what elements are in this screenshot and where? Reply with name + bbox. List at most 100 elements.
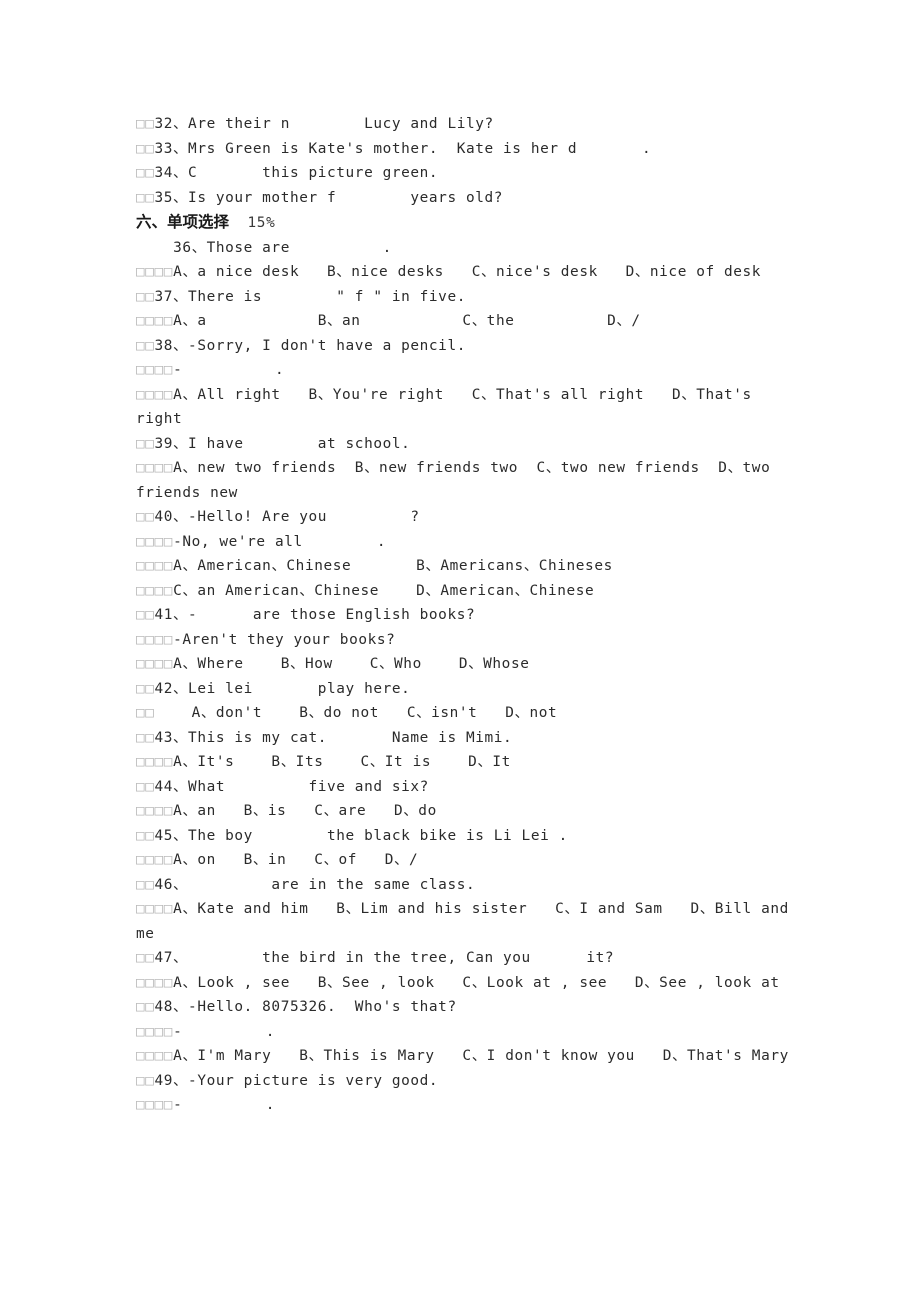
worksheet-line: □□□□- . <box>136 1020 796 1045</box>
worksheet-line: □□□□A、Where B、How C、Who D、Whose <box>136 652 796 677</box>
section-heading-label: 六、单项选择 <box>136 213 230 231</box>
worksheet-line-text: - . <box>173 362 285 378</box>
worksheet-line-text: 45、The boy the black bike is Li Lei . <box>154 827 568 844</box>
section-heading: 六、单项选择 15% <box>136 210 796 236</box>
worksheet-line: □□47、 the bird in the tree, Can you it? <box>136 946 796 971</box>
worksheet-line: □□□□- . <box>136 358 796 383</box>
placeholder-box-glyphs: □□ <box>136 680 155 697</box>
worksheet-line-text: A、on B、in C、of D、/ <box>173 852 419 868</box>
worksheet-line: □□49、-Your picture is very good. <box>136 1069 796 1094</box>
worksheet-line-text: 43、This is my cat. Name is Mimi. <box>154 729 513 746</box>
worksheet-line-text: 49、-Your picture is very good. <box>154 1072 439 1089</box>
placeholder-box-glyphs: □□□□ <box>136 656 174 672</box>
worksheet-line-text: 48、-Hello. 8075326. Who's that? <box>154 999 457 1015</box>
worksheet-line: □□43、This is my cat. Name is Mimi. <box>136 726 796 751</box>
placeholder-box-glyphs: □□□□ <box>136 754 174 770</box>
document-text-body: □□32、Are their n Lucy and Lily? □□33、Mrs … <box>136 112 796 1118</box>
worksheet-line-text: 40、-Hello! Are you ? <box>154 509 420 525</box>
worksheet-line-text: A、don't B、do not C、isn't D、not <box>154 705 558 721</box>
worksheet-line-text: A、American、Chinese B、Americans、Chineses <box>173 558 613 574</box>
worksheet-line: □□□□A、Look , see B、See , look C、Look at … <box>136 971 796 996</box>
worksheet-line: □□40、-Hello! Are you ? <box>136 505 796 530</box>
worksheet-line-text: A、Where B、How C、Who D、Whose <box>173 656 530 672</box>
worksheet-line: □□□□A、new two friends B、new friends two … <box>136 456 796 505</box>
worksheet-line: □□□□A、All right B、You're right C、That's … <box>136 383 796 432</box>
placeholder-box-glyphs: □□ <box>136 950 155 966</box>
worksheet-line-text: -No, we're all . <box>173 533 387 550</box>
worksheet-line: □□□□A、American、Chinese B、Americans、Chine… <box>136 554 796 579</box>
placeholder-box-glyphs: □□□□ <box>136 533 174 550</box>
placeholder-box-glyphs: □□ <box>136 1072 155 1089</box>
worksheet-line-text: 32、Are their n Lucy and Lily? <box>154 116 494 132</box>
placeholder-box-glyphs: □□□□ <box>136 901 174 917</box>
worksheet-line-text: A、an B、is C、are D、do <box>173 803 437 819</box>
worksheet-line-text: 46、 are in the same class. <box>154 876 476 893</box>
worksheet-line-text: 35、Is your mother f years old? <box>154 189 504 206</box>
placeholder-box-glyphs: □□□□ <box>136 631 174 648</box>
placeholder-box-glyphs: □□□□ <box>136 558 174 574</box>
worksheet-line-text: A、Kate and him B、Lim and his sister C、I … <box>136 901 799 942</box>
worksheet-line: □□□□A、a B、an C、the D、/ <box>136 309 796 334</box>
placeholder-box-glyphs: □□ <box>136 189 155 206</box>
worksheet-line-text: 44、What five and six? <box>154 778 429 795</box>
placeholder-box-glyphs: □□□□ <box>136 974 174 991</box>
worksheet-line-text: 39、I have at school. <box>154 435 411 452</box>
worksheet-line-text: - . <box>173 1023 275 1040</box>
placeholder-box-glyphs: □□ <box>136 140 155 157</box>
worksheet-line-text: A、I'm Mary B、This is Mary C、I don't know… <box>173 1048 789 1064</box>
placeholder-box-glyphs: □□□□ <box>136 264 174 280</box>
worksheet-line-text: 42、Lei lei play here. <box>154 680 411 697</box>
worksheet-line: □□32、Are their n Lucy and Lily? <box>136 112 796 137</box>
placeholder-box-glyphs: □□□□ <box>136 313 174 329</box>
worksheet-line-text: -Aren't they your books? <box>173 631 396 648</box>
worksheet-line-text: A、It's B、Its C、It is D、It <box>173 754 511 770</box>
document-page: □□32、Are their n Lucy and Lily? □□33、Mrs … <box>0 0 920 1302</box>
worksheet-line: □□33、Mrs Green is Kate's mother. Kate is… <box>136 137 796 162</box>
placeholder-box-glyphs: □□□□ <box>136 386 174 403</box>
placeholder-box-glyphs: □□□□ <box>136 803 174 819</box>
worksheet-line-text: C、an American、Chinese D、American、Chinese <box>173 582 595 599</box>
placeholder-box-glyphs: □□ <box>136 607 155 623</box>
worksheet-line: □□34、C this picture green. <box>136 161 796 186</box>
worksheet-line: □□39、I have at school. <box>136 432 796 457</box>
worksheet-line-text: 37、There is " f " in five. <box>154 288 466 305</box>
worksheet-line: □□□□-No, we're all . <box>136 530 796 555</box>
placeholder-box-glyphs: □□□□ <box>136 362 174 378</box>
worksheet-line: □□38、-Sorry, I don't have a pencil. <box>136 334 796 359</box>
worksheet-line: 36、Those are . <box>136 236 796 261</box>
worksheet-line: □□□□A、It's B、Its C、It is D、It <box>136 750 796 775</box>
worksheet-line: □□□□A、on B、in C、of D、/ <box>136 848 796 873</box>
worksheet-line-text: 38、-Sorry, I don't have a pencil. <box>154 337 466 354</box>
worksheet-line: □□□□A、Kate and him B、Lim and his sister … <box>136 897 796 946</box>
placeholder-box-glyphs: □□ <box>136 999 155 1015</box>
worksheet-line: □□45、The boy the black bike is Li Lei . <box>136 824 796 849</box>
placeholder-box-glyphs: □□ <box>136 729 155 746</box>
placeholder-box-glyphs: □□ <box>136 435 155 452</box>
worksheet-line-text: 47、 the bird in the tree, Can you it? <box>154 950 615 966</box>
placeholder-box-glyphs: □□ <box>136 288 155 305</box>
worksheet-line-text: 33、Mrs Green is Kate's mother. Kate is h… <box>154 140 652 157</box>
worksheet-line-text: A、a B、an C、the D、/ <box>173 313 641 329</box>
worksheet-line: □□ A、don't B、do not C、isn't D、not <box>136 701 796 726</box>
worksheet-line-text: 41、- are those English books? <box>154 607 476 623</box>
worksheet-line-text: A、Look , see B、See , look C、Look at , se… <box>173 974 780 991</box>
placeholder-box-glyphs: □□□□ <box>136 460 174 476</box>
placeholder-box-glyphs: □□ <box>136 876 155 893</box>
worksheet-line: □□37、There is " f " in five. <box>136 285 796 310</box>
section-heading-points: 15% <box>229 215 276 231</box>
worksheet-line: □□41、- are those English books? <box>136 603 796 628</box>
worksheet-line: □□□□- . <box>136 1093 796 1118</box>
placeholder-box-glyphs: □□ <box>136 509 155 525</box>
placeholder-box-glyphs: □□□□ <box>136 582 174 599</box>
worksheet-line-text: A、new two friends B、new friends two C、tw… <box>136 460 780 501</box>
worksheet-line-text: A、a nice desk B、nice desks C、nice's desk… <box>173 264 762 280</box>
worksheet-line: □□□□C、an American、Chinese D、American、Chi… <box>136 579 796 604</box>
placeholder-box-glyphs: □□□□ <box>136 1023 174 1040</box>
worksheet-line: □□□□A、a nice desk B、nice desks C、nice's … <box>136 260 796 285</box>
placeholder-box-glyphs: □□□□ <box>136 852 174 868</box>
worksheet-line-text: - . <box>173 1097 275 1113</box>
placeholder-box-glyphs: □□ <box>136 827 155 844</box>
worksheet-line: □□46、 are in the same class. <box>136 873 796 898</box>
worksheet-line: □□48、-Hello. 8075326. Who's that? <box>136 995 796 1020</box>
worksheet-line: □□□□-Aren't they your books? <box>136 628 796 653</box>
